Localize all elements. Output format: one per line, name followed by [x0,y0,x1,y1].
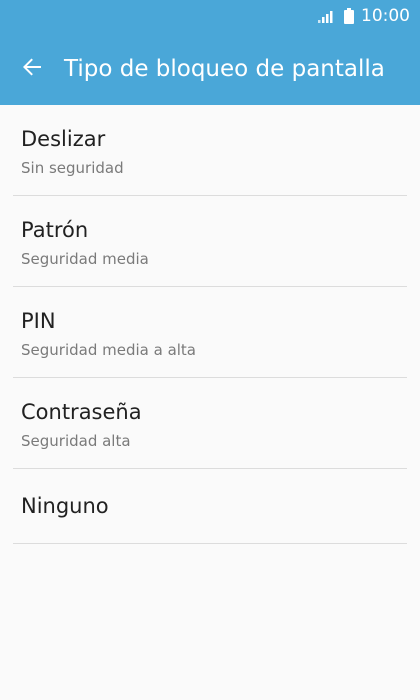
lock-type-list: Deslizar Sin seguridad Patrón Seguridad … [0,105,420,544]
page-title: Tipo de bloqueo de pantalla [64,56,385,82]
battery-icon [344,8,354,24]
status-bar: 10:00 [0,0,420,33]
screen: 10:00 Tipo de bloqueo de pantalla Desliz… [0,0,420,700]
back-arrow-icon[interactable] [20,55,44,79]
option-description: Seguridad alta [21,432,131,450]
option-label: PIN [21,309,56,333]
status-icons: 10:00 [318,6,410,26]
option-description: Seguridad media [21,250,149,268]
option-label: Ninguno [21,494,109,518]
option-description: Seguridad media a alta [21,341,196,359]
status-time: 10:00 [361,6,410,26]
option-patron[interactable]: Patrón Seguridad media [13,196,407,287]
option-label: Patrón [21,218,89,242]
option-pin[interactable]: PIN Seguridad media a alta [13,287,407,378]
option-deslizar[interactable]: Deslizar Sin seguridad [13,105,407,196]
option-ninguno[interactable]: Ninguno [13,469,407,544]
signal-icon [318,11,333,23]
option-label: Deslizar [21,127,106,151]
option-label: Contraseña [21,400,142,424]
option-description: Sin seguridad [21,159,124,177]
app-bar: Tipo de bloqueo de pantalla [0,33,420,105]
option-contrasena[interactable]: Contraseña Seguridad alta [13,378,407,469]
